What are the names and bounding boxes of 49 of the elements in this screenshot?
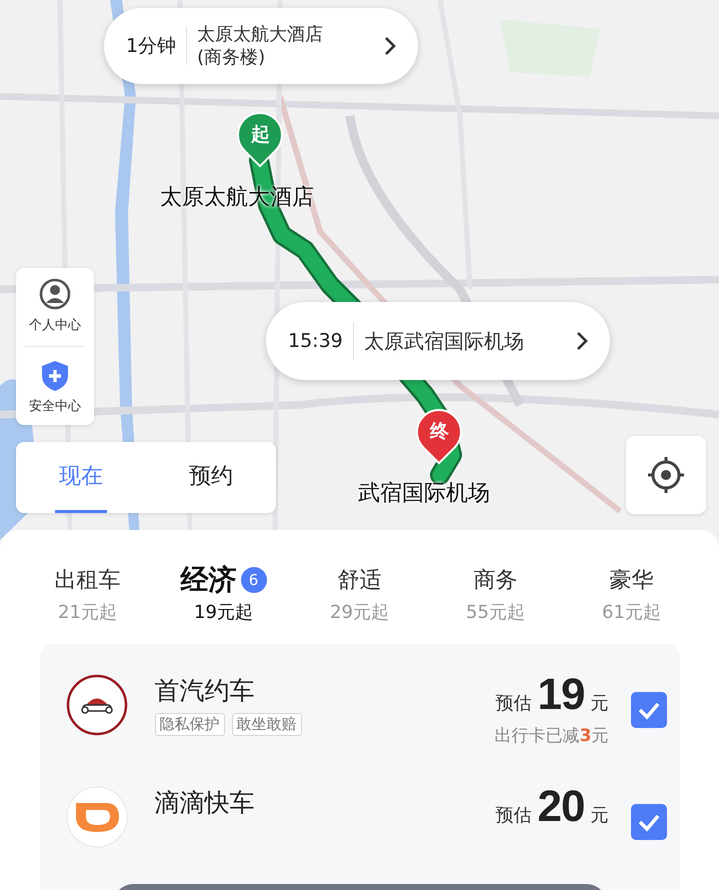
feature-tag: 隐私保护 <box>154 713 224 736</box>
chevron-icon <box>384 36 396 56</box>
price-value: 19 <box>538 670 584 720</box>
estimate-label: 预估 <box>496 804 532 827</box>
user-icon <box>39 278 71 312</box>
safety-link[interactable]: 安全中心 <box>29 396 81 415</box>
service-name: 首汽约车 <box>154 675 256 707</box>
class-name: 商务 <box>474 567 518 595</box>
brand-logo <box>66 674 128 736</box>
time-tab[interactable]: 现在 <box>55 442 107 513</box>
currency-unit: 元 <box>590 692 608 715</box>
origin-callout[interactable]: 1分钟 太原太航大酒店 (商务楼) <box>104 8 418 84</box>
estimate-label: 预估 <box>496 692 532 715</box>
class-tab[interactable]: 豪华 61元起 <box>564 562 700 624</box>
chevron-icon <box>576 331 588 351</box>
checkbox[interactable] <box>630 804 666 840</box>
brand-logo <box>66 786 128 848</box>
class-price: 55元起 <box>466 601 525 624</box>
service-name: 滴滴快车 <box>154 787 256 819</box>
locate-button[interactable] <box>626 436 706 514</box>
class-price: 61元起 <box>602 601 661 624</box>
arrival-time: 15:39 <box>288 330 343 352</box>
discount-text: 出行卡已减3元 <box>494 725 608 747</box>
class-name: 豪华 <box>610 567 654 595</box>
destination-label: 武宿国际机场 <box>358 480 490 508</box>
class-price: 19元起 <box>194 601 253 624</box>
class-name: 舒适 <box>338 567 382 595</box>
place-name: 太原武宿国际机场 <box>364 328 525 354</box>
price-value: 20 <box>538 782 584 832</box>
crosshair-icon <box>646 455 686 495</box>
class-name: 出租车 <box>54 567 120 595</box>
class-name: 经济 <box>180 562 236 598</box>
class-tab[interactable]: 舒适 29元起 <box>292 562 428 624</box>
place-name: 太原太航大酒店 <box>197 22 324 46</box>
feature-tag: 敢坐敢赔 <box>232 713 302 736</box>
class-tab[interactable]: 出租车 21元起 <box>20 562 156 624</box>
count-badge: 6 <box>240 567 266 593</box>
checkbox[interactable] <box>630 692 666 728</box>
time-tab[interactable]: 预约 <box>185 442 237 513</box>
class-tab[interactable]: 经济 6 19元起 <box>156 562 292 624</box>
profile-link[interactable]: 个人中心 <box>29 316 81 334</box>
destination-callout[interactable]: 15:39 太原武宿国际机场 <box>266 302 610 380</box>
shield-icon <box>39 358 71 393</box>
class-price: 21元起 <box>58 601 117 624</box>
place-detail: (商务楼) <box>197 46 266 70</box>
class-tab[interactable]: 商务 55元起 <box>428 562 564 624</box>
eta-text: 1分钟 <box>126 34 176 59</box>
currency-unit: 元 <box>590 804 608 827</box>
class-price: 29元起 <box>330 601 389 624</box>
